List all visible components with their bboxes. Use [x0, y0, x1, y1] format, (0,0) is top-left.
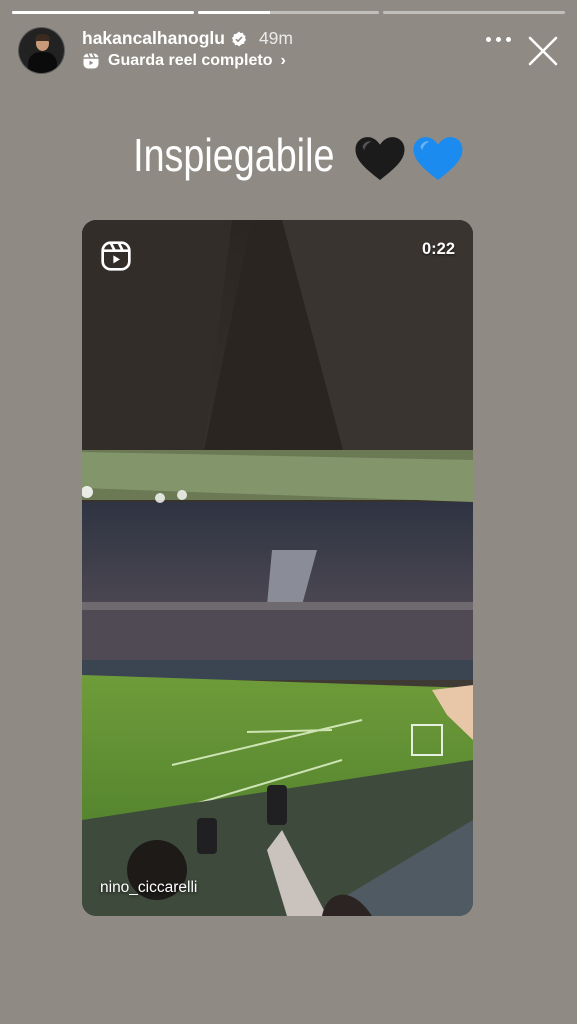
video-duration: 0:22 — [421, 240, 455, 258]
username[interactable]: hakancalhanoglu — [82, 28, 225, 49]
black-heart-icon — [355, 136, 405, 180]
chevron-right-icon: › — [280, 52, 286, 69]
story-segment-3 — [383, 11, 566, 14]
caption-text: Inspiegabile — [133, 129, 335, 181]
view-full-reel-label: Guarda reel completo — [108, 52, 273, 69]
view-full-reel-link[interactable]: Guarda reel completo › — [82, 52, 286, 70]
stadium-video-frame — [82, 220, 473, 916]
blue-heart-icon — [413, 136, 463, 180]
more-dots-icon — [486, 37, 491, 42]
story-segment-1-fill — [12, 11, 194, 14]
user-row: hakancalhanoglu 49m — [82, 28, 293, 49]
post-time: 49m — [258, 28, 293, 48]
reel-video[interactable]: 0:22 nino_ciccarelli — [82, 220, 473, 916]
reels-icon — [101, 241, 131, 271]
story-caption: Inspiegabile — [0, 128, 577, 187]
story-segment-1 — [12, 11, 194, 14]
story-header: hakancalhanoglu 49m Guarda reel completo… — [18, 27, 559, 75]
reels-small-icon — [83, 53, 99, 69]
story-segment-2-fill — [197, 11, 271, 14]
story-progress-bar — [12, 11, 566, 14]
caption-emojis — [352, 131, 466, 187]
reel-author[interactable]: nino_ciccarelli — [100, 879, 197, 897]
story-segment-2 — [197, 11, 380, 14]
more-options-button[interactable] — [486, 37, 511, 42]
verified-badge-icon — [231, 31, 247, 46]
close-icon[interactable] — [527, 35, 559, 67]
avatar[interactable] — [18, 27, 65, 74]
